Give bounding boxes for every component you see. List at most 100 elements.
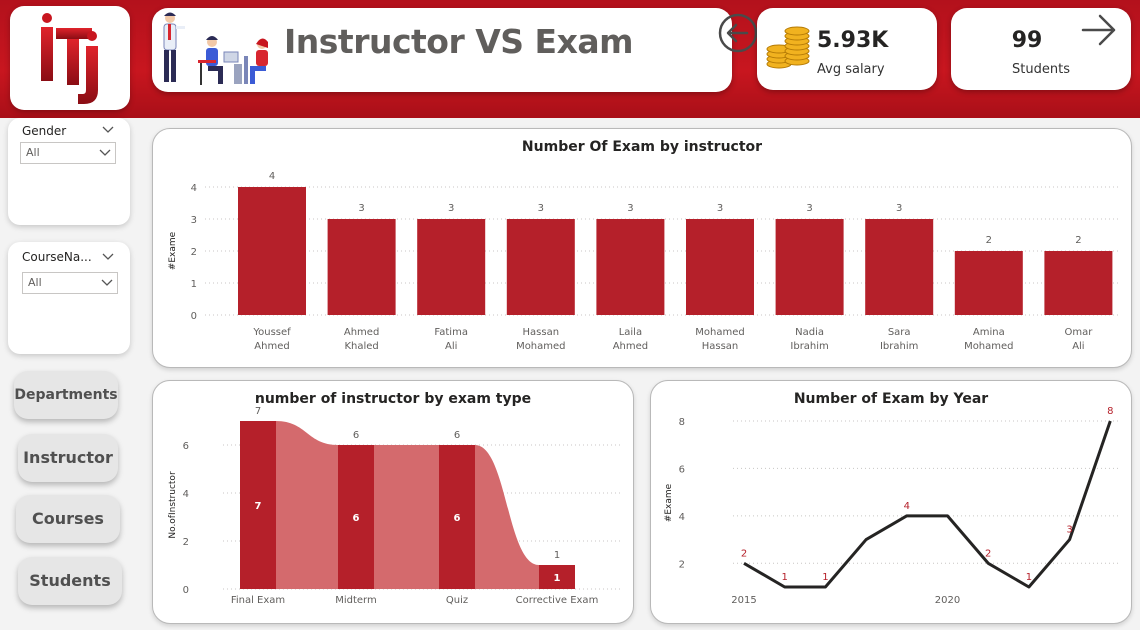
bar [596,219,665,315]
y-axis-label: #Exame [664,483,674,522]
x-tick-label: Ahmed Khaled [344,327,379,352]
courses-button[interactable]: Courses [16,495,120,543]
y-tick-label: 3 [191,215,197,226]
students-label: Students [1012,62,1070,77]
bar [775,219,844,315]
title-card: Instructor VS Exam [152,8,732,92]
dropdown-value: All [26,146,40,159]
exam-by-year-chart: 2 4 6 8 #Exame 2 1 1 4 2 1 3 8 2015 2020 [664,406,1119,606]
bar [417,219,486,315]
x-tick-label: Corrective Exam [516,595,599,606]
bar [238,187,306,315]
y-axis-label: #Exame [168,231,178,270]
data-label: 1 [782,572,788,583]
y-tick-label: 0 [191,311,197,322]
y-tick-label: 1 [191,279,197,290]
data-label: 2 [1075,235,1081,246]
instructor-button[interactable]: Instructor [18,434,118,482]
data-label: 4 [904,501,910,512]
gender-slicer[interactable]: Gender All [8,118,130,225]
data-label: 3 [538,203,544,214]
y-tick-label: 2 [191,247,197,258]
data-label: 2 [985,548,991,559]
ribbon-connector [276,421,338,589]
x-tick-label: Amina Mohamed [964,327,1013,352]
x-tick-label: Hassan Mohamed [516,327,565,352]
exam-by-year-panel: Number of Exam by Year 2 4 6 8 #Exame 2 1 1 4 2 1 3… [650,380,1132,624]
bar [865,219,934,315]
y-tick-label: 6 [679,464,685,475]
course-name-dropdown[interactable]: All [22,272,118,294]
bar [327,219,396,315]
total-label: 6 [454,430,460,441]
data-label: 1 [822,572,828,583]
x-tick-label: Nadia Ibrahim [790,327,828,352]
data-label: 3 [717,203,723,214]
x-tick-label: Mohamed Hassan [695,327,744,352]
bar [506,219,575,315]
ribbon-connector [374,445,439,589]
x-tick-label: 2020 [935,595,960,606]
bar [1044,251,1113,315]
data-label: 1 [1026,572,1032,583]
x-tick-label: Youssef Ahmed [252,327,291,352]
data-label: 8 [1107,406,1113,417]
coins-icon [766,26,810,69]
data-label: 2 [741,548,747,559]
total-label: 6 [353,430,359,441]
data-label: 3 [358,203,364,214]
page-title: Instructor VS Exam [284,22,634,61]
exam-by-instructor-chart: 0 1 2 3 4 #Exame 4 Youssef Ahmed 3 Ahmed Khaled 3 Fat… [168,171,1121,352]
data-label: 1 [554,573,561,584]
y-tick-label: 4 [191,183,197,194]
x-tick-label: Midterm [335,595,377,606]
y-axis-label: No.ofInstructor [168,471,178,539]
avg-salary-card: 5.93K Avg salary [757,8,937,90]
x-tick-label: Laila Ahmed [613,327,648,352]
slicer-title: Gender [22,124,67,138]
exam-by-instructor-panel: Number Of Exam by instructor 0 1 2 3 4 #Exame… [152,128,1132,368]
total-label: 7 [255,406,261,417]
y-tick-label: 2 [679,559,685,570]
gender-dropdown[interactable]: All [20,142,116,164]
y-tick-label: 4 [183,489,189,500]
iti-logo [41,13,98,104]
instructor-by-exam-type-chart: 0 2 4 6 No.ofInstructor 7 7 Final Exam 6 6 Midterm… [168,406,623,606]
x-tick-label: 2015 [731,595,756,606]
chevron-down-icon[interactable] [102,251,114,261]
x-tick-label: Sara Ibrahim [880,327,918,352]
data-label: 3 [896,203,902,214]
data-label: 7 [255,501,262,512]
back-arrow-icon[interactable] [716,11,760,55]
logo-card [10,6,130,110]
forward-arrow-icon[interactable] [1080,12,1118,48]
y-tick-label: 0 [183,585,189,596]
avg-salary-label: Avg salary [817,62,885,77]
bar [686,219,754,315]
people-illustration-icon [163,12,268,85]
students-button[interactable]: Students [18,557,122,605]
dropdown-value: All [28,276,42,289]
data-label: 3 [627,203,633,214]
y-tick-label: 4 [679,512,685,523]
chevron-down-icon [101,279,113,286]
data-label: 6 [454,513,461,524]
data-label: 4 [269,171,275,182]
x-tick-label: Quiz [446,595,468,606]
ribbon-connector [475,445,539,589]
x-tick-label: Final Exam [231,595,285,606]
x-tick-label: Omar Ali [1064,327,1093,352]
y-tick-label: 6 [183,441,189,452]
data-label: 6 [353,513,360,524]
departments-button[interactable]: Departments [14,371,118,419]
series-line [743,420,1112,589]
chevron-down-icon[interactable] [102,124,114,134]
data-label: 3 [448,203,454,214]
chevron-down-icon [99,149,111,156]
bar [954,251,1023,315]
y-tick-label: 2 [183,537,189,548]
course-name-slicer[interactable]: CourseNa... All [8,242,130,354]
avg-salary-value: 5.93K [817,28,889,53]
y-tick-label: 8 [679,417,685,428]
instructor-by-exam-type-panel: number of instructor by exam type 0 2 4 6 No… [152,380,634,624]
